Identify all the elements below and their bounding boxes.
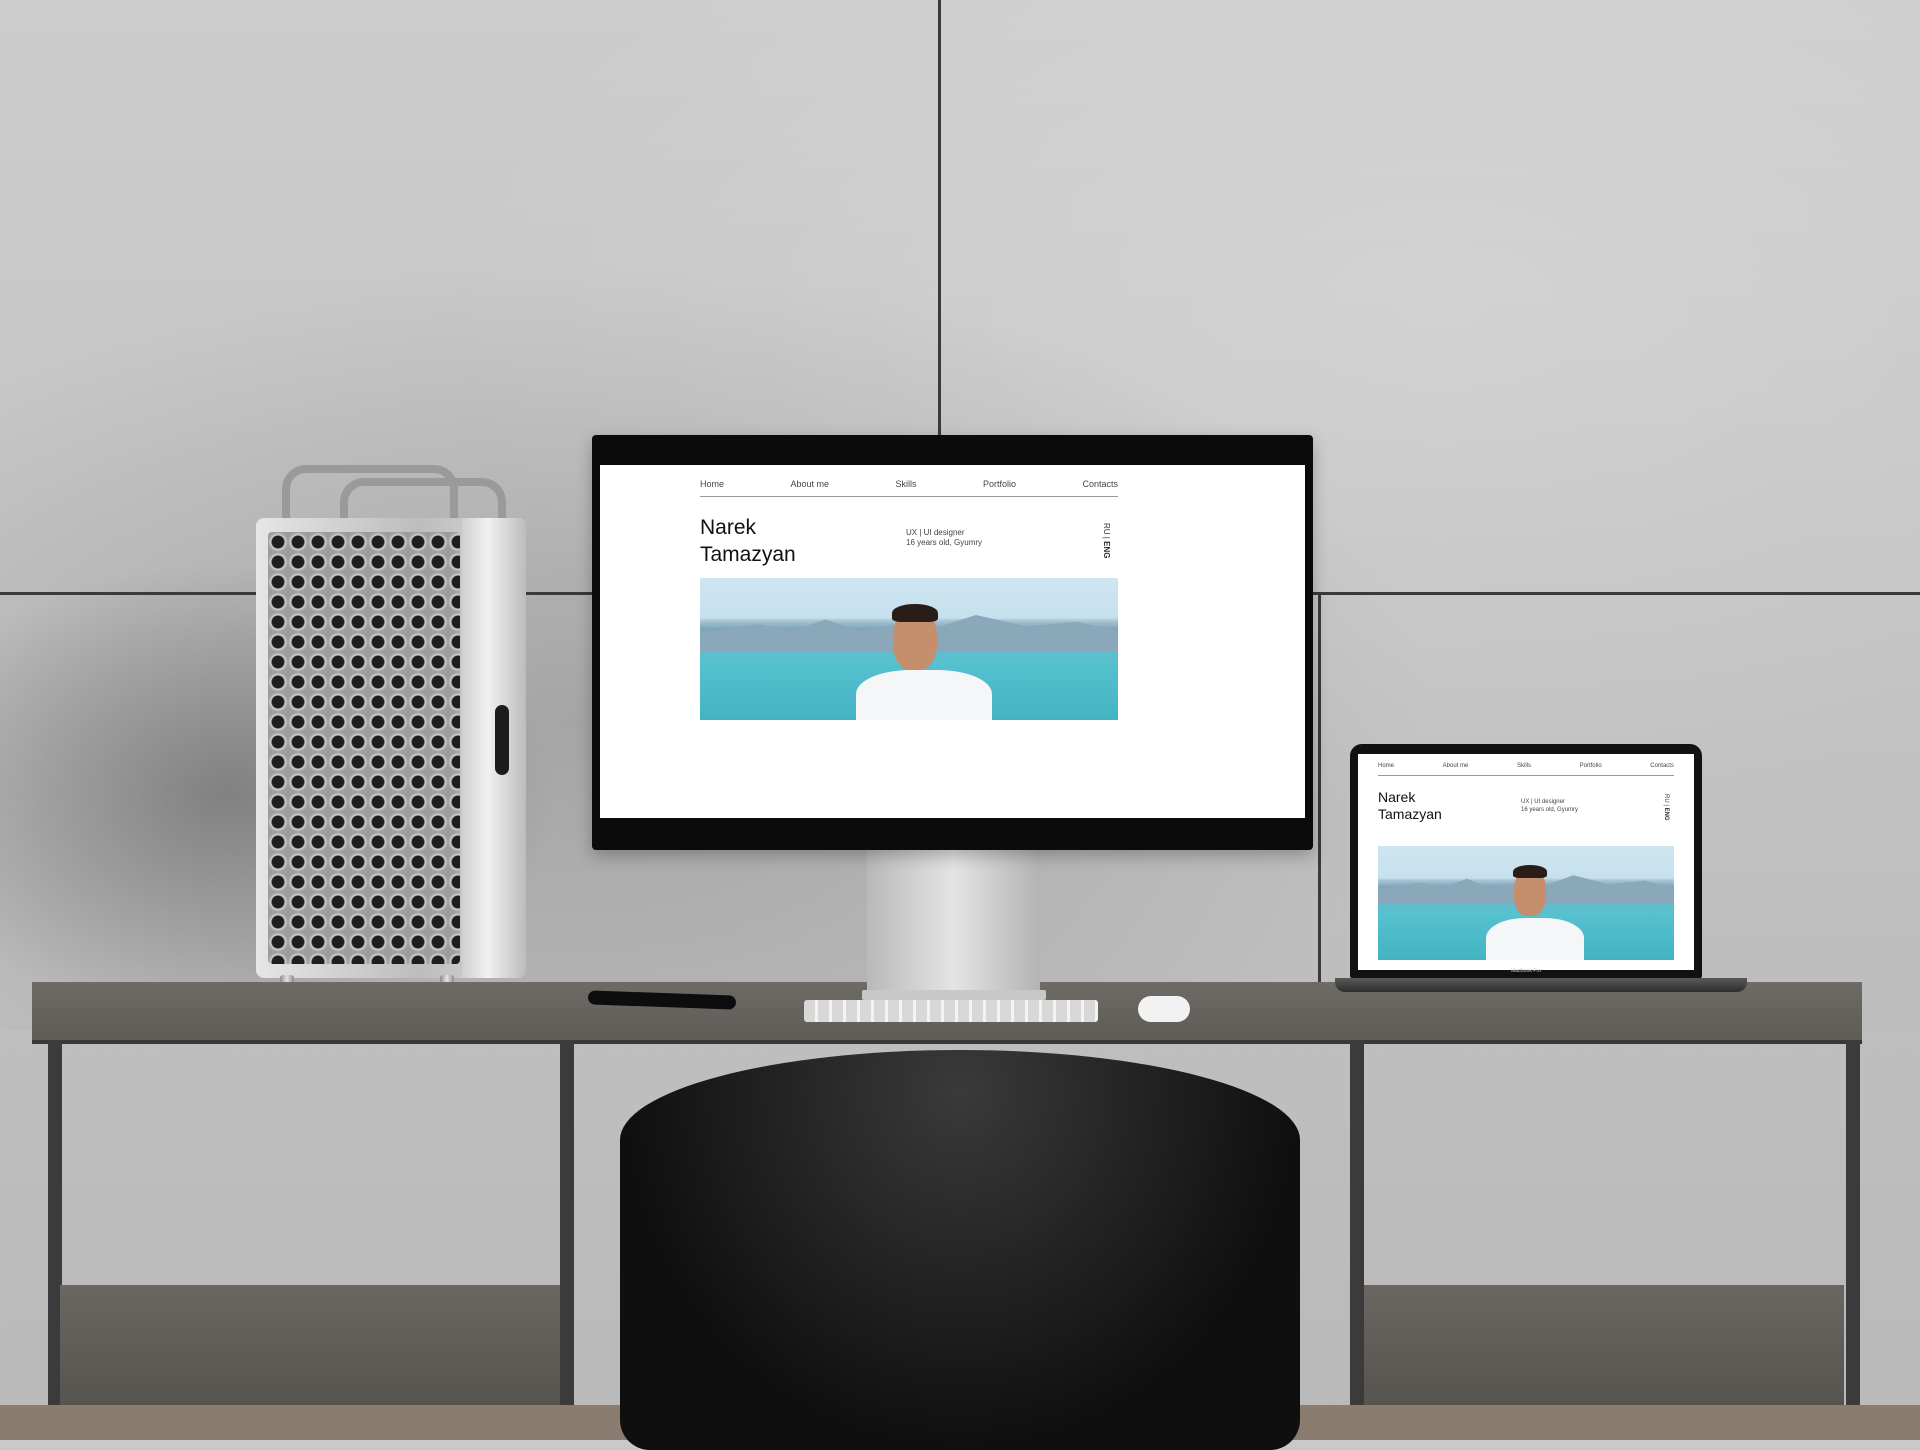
person-body (856, 670, 992, 720)
nav-portfolio-link[interactable]: Portfolio (1580, 763, 1602, 769)
nav-bar: Home About me Skills Portfolio Contacts (1378, 763, 1674, 769)
lang-eng[interactable]: ENG (1663, 808, 1669, 821)
name-first: Narek (700, 516, 757, 539)
nav-about-link[interactable]: About me (790, 479, 829, 489)
lang-sep: | (1663, 804, 1669, 806)
tower-side-panel (462, 518, 526, 978)
nav-home-link[interactable]: Home (1378, 763, 1394, 769)
person-hair (1513, 865, 1547, 878)
nav-contacts-link[interactable]: Contacts (1650, 763, 1674, 769)
portfolio-page-laptop: Home About me Skills Portfolio Contacts … (1358, 754, 1694, 970)
monitor-screen: Home About me Skills Portfolio Contacts … (600, 465, 1305, 818)
lang-ru[interactable]: RU (1102, 523, 1111, 535)
name-last: Tamazyan (700, 543, 796, 566)
laptop-screen: Home About me Skills Portfolio Contacts … (1358, 754, 1694, 970)
tower-grille (268, 532, 460, 964)
name-first: Narek (1378, 789, 1416, 805)
bio-text: 16 years old, Gyumry (906, 538, 983, 547)
language-switch[interactable]: RU | ENG (1663, 794, 1669, 821)
desk-leg (1350, 1040, 1364, 1440)
mouse (1138, 996, 1190, 1022)
nav-portfolio-link[interactable]: Portfolio (983, 479, 1016, 489)
name-last: Tamazyan (1378, 806, 1442, 822)
nav-skills-link[interactable]: Skills (1517, 763, 1531, 769)
monitor-stand (867, 850, 1040, 1000)
desk-leg (560, 1040, 574, 1440)
mac-pro-tower (256, 518, 526, 978)
nav-divider (700, 496, 1118, 497)
portfolio-page: Home About me Skills Portfolio Contacts … (600, 465, 1305, 818)
person-hair (892, 604, 938, 622)
nav-home-link[interactable]: Home (700, 479, 724, 489)
wall-seam (938, 0, 941, 440)
chair (620, 1050, 1300, 1450)
keyboard (804, 1000, 1098, 1022)
desk-shelf (1364, 1285, 1844, 1405)
nav-bar: Home About me Skills Portfolio Contacts (700, 479, 1118, 489)
nav-contacts-link[interactable]: Contacts (1082, 479, 1118, 489)
laptop-base (1335, 978, 1747, 992)
desk-shelf (60, 1285, 560, 1405)
wall-seam (1318, 595, 1321, 1030)
role-text: UX | UI designer (1521, 799, 1565, 805)
hero-photo (700, 578, 1118, 720)
hero-photo (1378, 846, 1674, 960)
monitor-stand-base (862, 990, 1046, 1000)
lang-eng[interactable]: ENG (1102, 541, 1111, 558)
language-switch[interactable]: RU | ENG (1102, 523, 1111, 558)
nav-about-link[interactable]: About me (1443, 763, 1469, 769)
desk-leg (1846, 1040, 1860, 1440)
nav-divider (1378, 775, 1674, 776)
lang-ru[interactable]: RU (1663, 794, 1669, 803)
lang-sep: | (1102, 536, 1111, 539)
nav-skills-link[interactable]: Skills (895, 479, 916, 489)
person-body (1486, 918, 1584, 960)
monitor: Home About me Skills Portfolio Contacts … (592, 435, 1313, 850)
laptop-brand-label: MacBook Pro (1510, 968, 1541, 974)
laptop: Home About me Skills Portfolio Contacts … (1350, 744, 1702, 978)
bio-text: 16 years old, Gyumry (1521, 807, 1579, 813)
apple-logo-icon (495, 705, 509, 775)
